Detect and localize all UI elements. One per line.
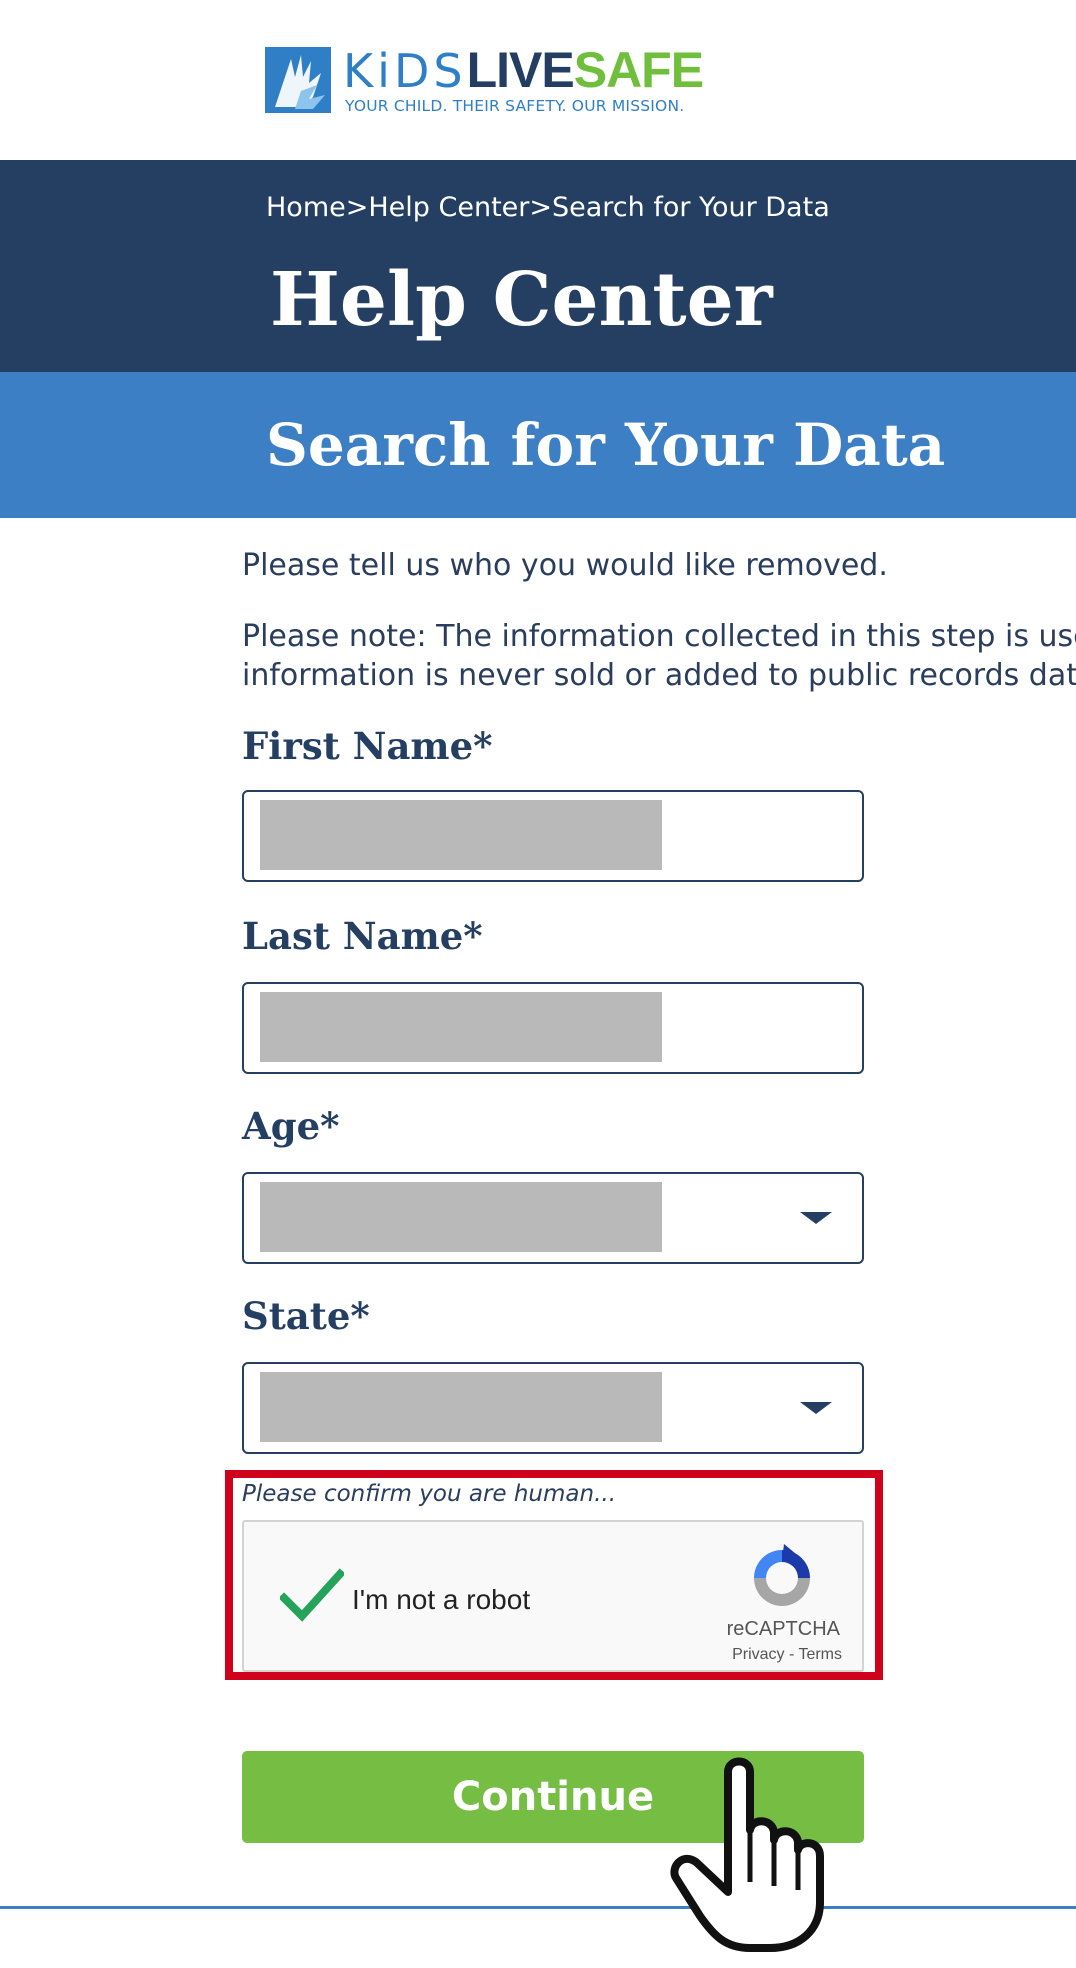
age-select[interactable] xyxy=(242,1172,864,1264)
chevron-down-icon xyxy=(800,1402,832,1414)
privacy-note-line-2: information is never sold or added to pu… xyxy=(242,658,1076,693)
logo-tagline: YOUR CHILD. THEIR SAFETY. OUR MISSION. xyxy=(345,97,685,115)
logo-live: LIVE xyxy=(466,42,575,98)
breadcrumb-separator: > xyxy=(345,192,369,223)
intro-text: Please tell us who you would like remove… xyxy=(242,548,888,583)
privacy-note: Please note: The information collected i… xyxy=(242,617,1076,695)
hands-icon xyxy=(265,47,331,113)
section-title: Search for Your Data xyxy=(266,411,946,479)
breadcrumb-current: Search for Your Data xyxy=(552,192,830,223)
hand-pointer-icon xyxy=(670,1757,824,1952)
site-logo[interactable]: KiDSLIVESAFE YOUR CHILD. THEIR SAFETY. O… xyxy=(265,42,705,119)
logo-safe: SAFE xyxy=(573,42,704,98)
first-name-label: First Name* xyxy=(242,724,493,768)
breadcrumb-separator: > xyxy=(529,192,552,223)
age-label: Age* xyxy=(242,1104,340,1148)
state-label: State* xyxy=(242,1294,370,1338)
redacted-value xyxy=(260,1372,662,1442)
checkmark-icon[interactable] xyxy=(280,1568,344,1622)
divider xyxy=(0,1906,1076,1909)
page-title: Help Center xyxy=(270,257,773,343)
privacy-note-line-1: Please note: The information collected i… xyxy=(242,619,1076,654)
redacted-value xyxy=(260,992,662,1062)
recaptcha-icon xyxy=(754,1544,810,1606)
breadcrumb-help-center[interactable]: Help Center xyxy=(368,192,529,223)
last-name-label: Last Name* xyxy=(242,914,483,958)
state-select[interactable] xyxy=(242,1362,864,1454)
logo-kids: KiDS xyxy=(343,44,467,98)
redacted-value xyxy=(260,800,662,870)
redacted-value xyxy=(260,1182,662,1252)
captcha-label: I'm not a robot xyxy=(352,1584,531,1615)
logo-wordmark: KiDSLIVESAFE xyxy=(343,41,704,100)
last-name-input[interactable] xyxy=(242,982,864,1074)
captcha-prompt: Please confirm you are human... xyxy=(242,1481,617,1507)
first-name-input[interactable] xyxy=(242,790,864,882)
recaptcha-brand: reCAPTCHA xyxy=(726,1618,840,1640)
recaptcha-widget[interactable]: I'm not a robot reCAPTCHA Privacy - Term… xyxy=(242,1520,864,1672)
breadcrumb: Home>Help Center>Search for Your Data xyxy=(266,192,830,223)
recaptcha-links[interactable]: Privacy - Terms xyxy=(244,1646,866,1664)
breadcrumb-home[interactable]: Home xyxy=(266,192,346,223)
chevron-down-icon xyxy=(800,1212,832,1224)
